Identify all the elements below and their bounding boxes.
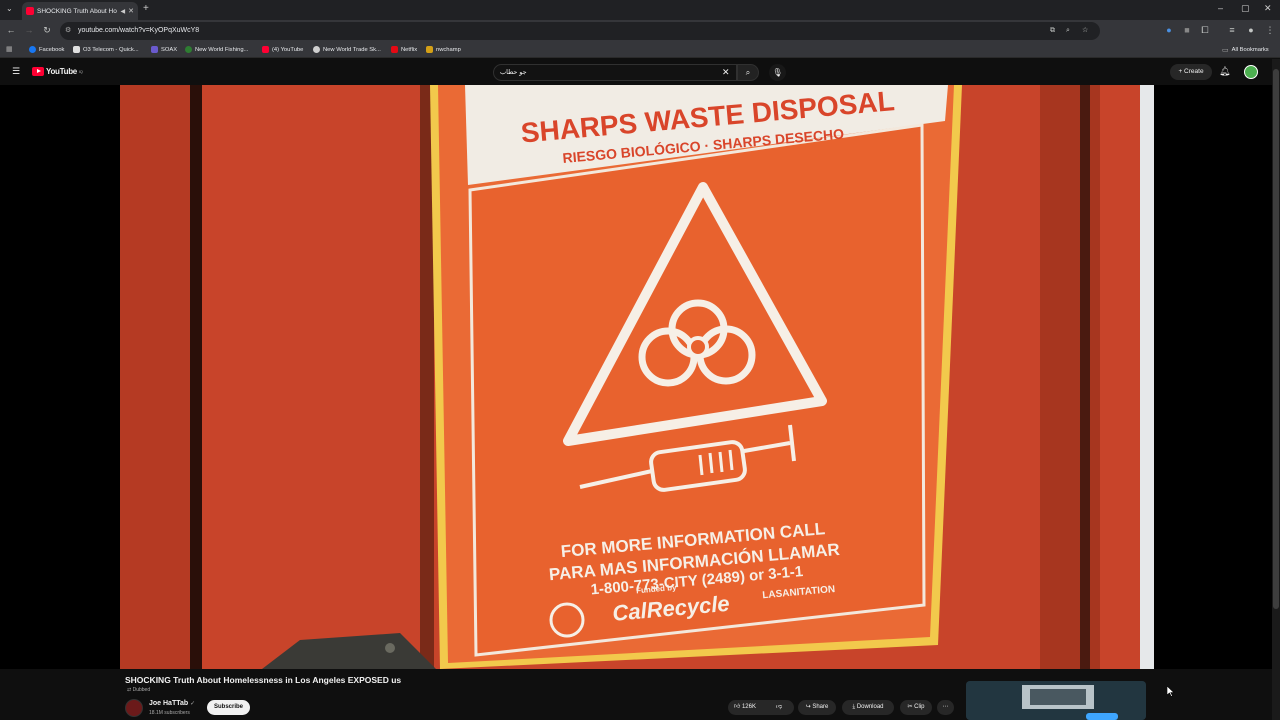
- youtube-icon: [262, 46, 269, 53]
- folder-icon: ▭: [1222, 47, 1229, 54]
- more-actions-button[interactable]: ⋯: [937, 700, 954, 715]
- tab-title: SHOCKING Truth About Ho: [37, 7, 117, 15]
- profile-icon[interactable]: ●: [1245, 24, 1257, 36]
- apps-grid-icon[interactable]: ▦: [6, 45, 13, 53]
- country-code: IQ: [78, 69, 83, 74]
- suggested-video-thumbnail[interactable]: [966, 681, 1146, 720]
- search-icon: ⌕: [745, 68, 751, 77]
- bookmark-soax[interactable]: SOAX: [151, 46, 177, 53]
- browser-tab-strip: ⌄ SHOCKING Truth About Ho ◀ ✕ + – ▢ ✕: [0, 0, 1280, 20]
- chrome-menu-icon[interactable]: ⋮: [1264, 24, 1276, 36]
- bookmark-netflix[interactable]: Netflix: [391, 46, 417, 53]
- video-title: SHOCKING Truth About Homelessness in Los…: [125, 675, 402, 685]
- channel-avatar[interactable]: [125, 699, 143, 717]
- clip-button[interactable]: ✂ Clip: [900, 700, 932, 715]
- bookmarks-bar: ▦ Facebook O3 Telecom - Quick... SOAX Ne…: [0, 42, 1280, 58]
- page-scrollbar[interactable]: [1272, 59, 1280, 720]
- search-input[interactable]: جو حطاب ✕: [493, 64, 737, 81]
- url-text: youtube.com/watch?v=KyOPqXuWcY8: [78, 27, 200, 34]
- maximize-icon[interactable]: ▢: [1241, 3, 1250, 14]
- bookmark-nwchamp[interactable]: nwchamp: [426, 46, 461, 53]
- subscriber-count: 18.1M subscribers: [149, 710, 190, 716]
- netflix-icon: [391, 46, 398, 53]
- tab-search-icon[interactable]: ⌄: [6, 4, 13, 13]
- youtube-favicon-icon: [26, 7, 34, 15]
- notifications-bell-icon[interactable]: 🔔︎: [1219, 66, 1230, 77]
- video-frame: SHARPS WASTE DISPOSAL RIESGO BIOLÓGICO ·…: [0, 85, 1272, 669]
- zoom-icon[interactable]: ⌕: [1066, 22, 1070, 40]
- trade-site-icon: [313, 46, 320, 53]
- thumbs-up-icon: 👍︎: [734, 704, 741, 710]
- search-button[interactable]: ⌕: [737, 64, 759, 81]
- verified-icon: ✓: [190, 701, 196, 707]
- like-button[interactable]: 👍︎ 126K: [734, 700, 756, 715]
- bookmark-o3-telecom[interactable]: O3 Telecom - Quick...: [73, 46, 139, 53]
- search-query: جو حطاب: [500, 69, 527, 76]
- microphone-icon: 🎙︎: [772, 68, 783, 77]
- browser-toolbar: ← → ↻ ⚙ youtube.com/watch?v=KyOPqXuWcY8 …: [0, 20, 1280, 42]
- clear-search-icon[interactable]: ✕: [722, 65, 730, 80]
- thumbnail-art: [966, 681, 1146, 720]
- youtube-logo[interactable]: YouTube IQ: [32, 67, 83, 76]
- dislike-button[interactable]: 👎︎: [776, 700, 782, 715]
- bookmark-facebook[interactable]: Facebook: [29, 46, 64, 53]
- bookmark-new-world-fishing[interactable]: New World Fishing...: [185, 46, 248, 53]
- download-button[interactable]: ⤓ Download: [842, 700, 894, 715]
- subscribe-button[interactable]: Subscribe: [207, 700, 250, 715]
- install-app-icon[interactable]: ⧉: [1050, 22, 1055, 40]
- minimize-icon[interactable]: –: [1218, 3, 1223, 13]
- dubbed-badge: ⇄ Dubbed: [127, 687, 151, 693]
- account-avatar[interactable]: [1244, 65, 1258, 79]
- scrollbar-thumb[interactable]: [1273, 69, 1279, 609]
- soax-icon: [151, 46, 158, 53]
- back-icon[interactable]: ←: [5, 24, 17, 36]
- reload-icon[interactable]: ↻: [41, 24, 53, 36]
- facebook-icon: [29, 46, 36, 53]
- audio-icon[interactable]: ◀: [121, 8, 126, 15]
- like-dislike-group: 👍︎ 126K 👎︎: [728, 700, 794, 715]
- extension-1-icon[interactable]: ●: [1163, 24, 1175, 36]
- tab-close-icon[interactable]: ✕: [128, 7, 134, 15]
- hamburger-menu-icon[interactable]: ☰: [12, 66, 20, 77]
- bookmark-youtube[interactable]: (4) YouTube: [262, 46, 303, 53]
- media-control-icon[interactable]: ≡: [1226, 24, 1238, 36]
- create-button[interactable]: + Create: [1170, 64, 1212, 80]
- youtube-play-icon: [32, 67, 44, 76]
- voice-search-button[interactable]: 🎙︎: [769, 64, 786, 81]
- extensions-puzzle-icon[interactable]: ⧠: [1199, 24, 1211, 36]
- globe-icon: [185, 46, 192, 53]
- all-bookmarks[interactable]: ▭ All Bookmarks: [1222, 46, 1269, 54]
- more-dots-icon: ⋯: [942, 704, 949, 710]
- new-tab-icon[interactable]: +: [143, 3, 149, 14]
- bookmark-new-world-trade[interactable]: New World Trade Sk...: [313, 46, 381, 53]
- address-bar[interactable]: ⚙ youtube.com/watch?v=KyOPqXuWcY8 ⧉ ⌕ ☆: [60, 22, 1100, 40]
- thumbs-down-icon: 👎︎: [776, 704, 783, 710]
- youtube-header: ☰ YouTube IQ جو حطاب ✕ ⌕ 🎙︎ + Create 🔔︎: [0, 59, 1280, 85]
- o3-telecom-icon: [73, 46, 80, 53]
- share-button[interactable]: ↪ Share: [798, 700, 836, 715]
- forward-icon[interactable]: →: [23, 24, 35, 36]
- video-player[interactable]: SHARPS WASTE DISPOSAL RIESGO BIOLÓGICO ·…: [0, 85, 1272, 669]
- window-close-icon[interactable]: ✕: [1264, 3, 1272, 14]
- site-info-icon[interactable]: ⚙: [65, 22, 71, 40]
- channel-name[interactable]: Joe HaTTab ✓: [149, 700, 195, 707]
- nwchamp-icon: [426, 46, 433, 53]
- browser-tab-active[interactable]: SHOCKING Truth About Ho ◀ ✕: [22, 2, 138, 20]
- extension-2-icon[interactable]: ■: [1181, 24, 1193, 36]
- bookmark-star-icon[interactable]: ☆: [1082, 22, 1088, 40]
